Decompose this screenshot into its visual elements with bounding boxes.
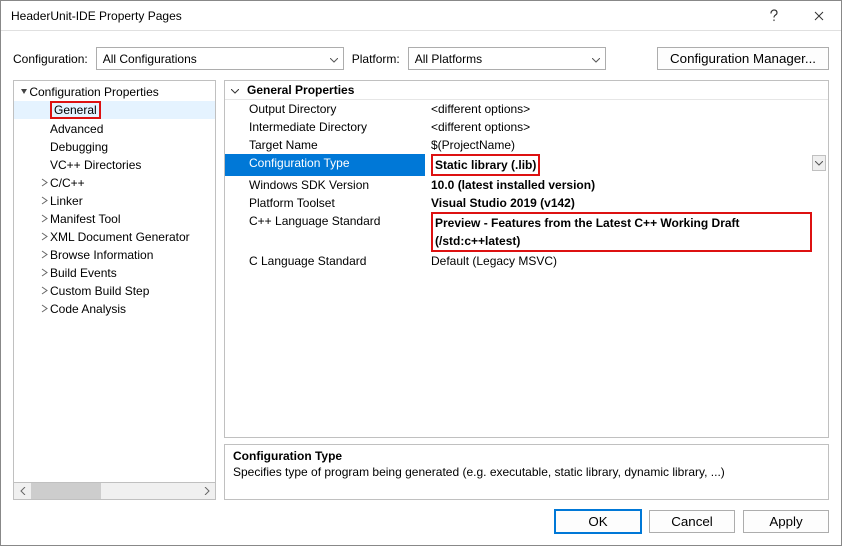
help-button[interactable]: [751, 1, 796, 30]
grid-row[interactable]: Configuration TypeStatic library (.lib): [225, 154, 828, 176]
window-title: HeaderUnit-IDE Property Pages: [11, 9, 751, 23]
tree-item-label: XML Document Generator: [50, 230, 190, 244]
tree-item-label: C/C++: [50, 176, 85, 190]
platform-dropdown[interactable]: All Platforms: [408, 47, 606, 70]
tree-root[interactable]: Configuration Properties General Advanced…: [14, 83, 215, 319]
tree-item[interactable]: Code Analysis: [14, 300, 215, 318]
expand-icon[interactable]: [38, 301, 50, 317]
expand-icon[interactable]: [38, 211, 50, 227]
grid-row[interactable]: Platform ToolsetVisual Studio 2019 (v142…: [225, 194, 828, 212]
config-toolbar: Configuration: All Configurations Platfo…: [1, 31, 841, 80]
tree-item[interactable]: VC++ Directories: [14, 156, 215, 174]
tree-item-label: Browse Information: [50, 248, 153, 262]
tree-item[interactable]: Custom Build Step: [14, 282, 215, 300]
tree-item[interactable]: C/C++: [14, 174, 215, 192]
grid-property-name: Output Directory: [225, 100, 425, 118]
tree-item-label: Code Analysis: [50, 302, 126, 316]
grid-row[interactable]: C Language StandardDefault (Legacy MSVC): [225, 252, 828, 270]
description-title: Configuration Type: [233, 449, 820, 463]
cancel-button[interactable]: Cancel: [649, 510, 735, 533]
tree-item-label: Linker: [50, 194, 83, 208]
tree-item-label: VC++ Directories: [50, 158, 141, 172]
grid-row[interactable]: Target Name$(ProjectName): [225, 136, 828, 154]
configuration-label: Configuration:: [13, 52, 88, 66]
tree-item[interactable]: Linker: [14, 192, 215, 210]
collapse-icon[interactable]: [229, 83, 241, 97]
grid-property-name: Windows SDK Version: [225, 176, 425, 194]
property-grid-panel: General Properties Output Directory<diff…: [224, 80, 829, 500]
grid-row[interactable]: Output Directory<different options>: [225, 100, 828, 118]
configuration-dropdown[interactable]: All Configurations: [96, 47, 344, 70]
tree-item[interactable]: Manifest Tool: [14, 210, 215, 228]
tree-item-label: Debugging: [50, 140, 108, 154]
grid-property-value[interactable]: 10.0 (latest installed version): [425, 176, 828, 194]
grid-property-name: C Language Standard: [225, 252, 425, 270]
expand-icon[interactable]: [38, 229, 50, 245]
grid-property-value[interactable]: Preview - Features from the Latest C++ W…: [425, 212, 828, 252]
tree-item[interactable]: XML Document Generator: [14, 228, 215, 246]
tree-item-label: Advanced: [50, 122, 103, 136]
grid-row[interactable]: Intermediate Directory<different options…: [225, 118, 828, 136]
expand-icon[interactable]: [38, 247, 50, 263]
tree-item-label: Custom Build Step: [50, 284, 149, 298]
grid-property-value[interactable]: <different options>: [425, 100, 828, 118]
tree-item[interactable]: Advanced: [14, 120, 215, 138]
configuration-manager-button[interactable]: Configuration Manager...: [657, 47, 829, 70]
ok-button[interactable]: OK: [555, 510, 641, 533]
tree-item[interactable]: General: [14, 100, 215, 120]
description-panel: Configuration Type Specifies type of pro…: [224, 444, 829, 500]
tree-root-label: Configuration Properties: [29, 84, 158, 100]
grid-category-label: General Properties: [247, 83, 354, 97]
expand-icon[interactable]: [38, 175, 50, 191]
grid-row[interactable]: C++ Language StandardPreview - Features …: [225, 212, 828, 252]
scroll-left-icon[interactable]: [14, 483, 31, 499]
tree-item[interactable]: Browse Information: [14, 246, 215, 264]
tree-panel: Configuration Properties General Advanced…: [13, 80, 216, 500]
collapse-icon[interactable]: [14, 84, 26, 100]
grid-property-name: C++ Language Standard: [225, 212, 425, 252]
tree-item-label: Build Events: [50, 266, 117, 280]
tree-item[interactable]: Build Events: [14, 264, 215, 282]
expand-icon[interactable]: [38, 193, 50, 209]
close-button[interactable]: [796, 1, 841, 30]
scroll-right-icon[interactable]: [198, 483, 215, 499]
chevron-down-icon[interactable]: [812, 155, 826, 171]
grid-category-header[interactable]: General Properties: [225, 81, 828, 100]
grid-property-value[interactable]: $(ProjectName): [425, 136, 828, 154]
apply-button[interactable]: Apply: [743, 510, 829, 533]
grid-property-value[interactable]: <different options>: [425, 118, 828, 136]
grid-property-value[interactable]: Static library (.lib): [425, 154, 828, 176]
grid-row[interactable]: Windows SDK Version10.0 (latest installe…: [225, 176, 828, 194]
grid-property-name: Intermediate Directory: [225, 118, 425, 136]
tree-item-label: Manifest Tool: [50, 212, 120, 226]
grid-property-name: Configuration Type: [225, 154, 425, 176]
dialog-buttons: OK Cancel Apply: [1, 500, 841, 545]
scroll-track[interactable]: [31, 483, 198, 499]
grid-property-name: Target Name: [225, 136, 425, 154]
scroll-thumb[interactable]: [31, 483, 101, 499]
expand-icon[interactable]: [38, 283, 50, 299]
expand-icon[interactable]: [38, 265, 50, 281]
platform-label: Platform:: [352, 52, 400, 66]
grid-property-value[interactable]: Visual Studio 2019 (v142): [425, 194, 828, 212]
description-text: Specifies type of program being generate…: [233, 465, 820, 479]
property-tree[interactable]: Configuration Properties General Advanced…: [14, 81, 215, 482]
grid-property-name: Platform Toolset: [225, 194, 425, 212]
titlebar: HeaderUnit-IDE Property Pages: [1, 1, 841, 31]
grid-property-value[interactable]: Default (Legacy MSVC): [425, 252, 828, 270]
main-area: Configuration Properties General Advanced…: [1, 80, 841, 500]
tree-horizontal-scrollbar[interactable]: [14, 482, 215, 499]
property-grid: General Properties Output Directory<diff…: [224, 80, 829, 438]
tree-item-label: General: [50, 101, 101, 119]
tree-item[interactable]: Debugging: [14, 138, 215, 156]
